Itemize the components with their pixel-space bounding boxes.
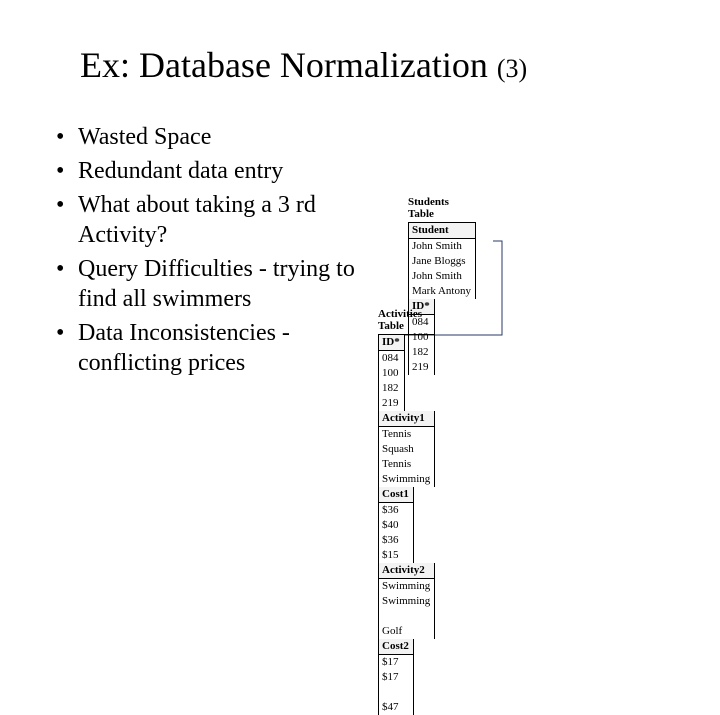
table-column: Student John Smith Jane Bloggs John Smit… bbox=[409, 223, 476, 299]
table-cell: Jane Bloggs bbox=[409, 254, 475, 269]
title-sub: (3) bbox=[497, 54, 527, 83]
table-cell: 182 bbox=[379, 381, 404, 396]
bullet-text: Wasted Space bbox=[78, 124, 211, 150]
table-cell: $40 bbox=[379, 518, 413, 533]
bullet-text: Query Difficulties - trying to find all … bbox=[78, 256, 355, 312]
table-cell: $17 bbox=[379, 655, 413, 670]
list-item: Wasted Space bbox=[56, 122, 366, 152]
bullet-text: What about taking a 3 rd Activity? bbox=[78, 192, 316, 248]
table-column: Cost1 $36 $40 $36 $15 bbox=[379, 487, 414, 563]
table-column: Activity2 Swimming Swimming Golf bbox=[379, 563, 435, 639]
list-item: Data Inconsistencies - conflicting price… bbox=[56, 318, 366, 378]
table-cell: Tennis bbox=[379, 457, 434, 472]
table-cell: 084 bbox=[379, 351, 404, 366]
column-header: ID* bbox=[379, 335, 404, 351]
table-cell: $36 bbox=[379, 533, 413, 548]
table-column: Cost2 $17 $17 $47 bbox=[379, 639, 414, 715]
bullet-text: Data Inconsistencies - conflicting price… bbox=[78, 320, 290, 376]
title-main: Ex: Database Normalization bbox=[80, 45, 497, 85]
list-item: Redundant data entry bbox=[56, 156, 366, 186]
table-cell: John Smith bbox=[409, 239, 475, 254]
table-cell: Mark Antony bbox=[409, 284, 475, 299]
table-cell: Golf bbox=[379, 624, 434, 639]
column-header: Cost1 bbox=[379, 487, 413, 503]
slide: Ex: Database Normalization (3) Wasted Sp… bbox=[0, 0, 720, 540]
list-item: What about taking a 3 rd Activity? bbox=[56, 190, 366, 250]
table-cell: $36 bbox=[379, 503, 413, 518]
table-cell: Squash bbox=[379, 442, 434, 457]
table-cell: Swimming bbox=[379, 472, 434, 487]
activities-table: ID* 084 100 182 219 Activity1 Tennis Squ… bbox=[378, 334, 435, 715]
table-column: Activity1 Tennis Squash Tennis Swimming bbox=[379, 411, 435, 487]
list-item: Query Difficulties - trying to find all … bbox=[56, 254, 366, 314]
bullet-list: Wasted Space Redundant data entry What a… bbox=[56, 122, 366, 382]
table-cell: 100 bbox=[379, 366, 404, 381]
table-cell: $15 bbox=[379, 548, 413, 563]
table-cell bbox=[379, 609, 434, 624]
table-cell: Swimming bbox=[379, 579, 434, 594]
column-header: Student bbox=[409, 223, 475, 239]
table-cell: John Smith bbox=[409, 269, 475, 284]
table-cell: Swimming bbox=[379, 594, 434, 609]
table-cell: $17 bbox=[379, 670, 413, 685]
table-cell bbox=[379, 685, 413, 700]
bullet-text: Redundant data entry bbox=[78, 158, 283, 184]
students-table-label: Students Table bbox=[408, 196, 476, 220]
table-cell: Tennis bbox=[379, 427, 434, 442]
column-header: Activity2 bbox=[379, 563, 434, 579]
activities-table-block: Activities Table ID* 084 100 182 219 Act… bbox=[378, 308, 435, 715]
activities-table-label: Activities Table bbox=[378, 308, 435, 332]
table-cell: 219 bbox=[379, 396, 404, 411]
slide-title: Ex: Database Normalization (3) bbox=[80, 44, 664, 86]
column-header: Cost2 bbox=[379, 639, 413, 655]
table-cell: $47 bbox=[379, 700, 413, 715]
column-header: Activity1 bbox=[379, 411, 434, 427]
content-area: Wasted Space Redundant data entry What a… bbox=[56, 122, 664, 382]
table-column: ID* 084 100 182 219 bbox=[379, 335, 405, 411]
